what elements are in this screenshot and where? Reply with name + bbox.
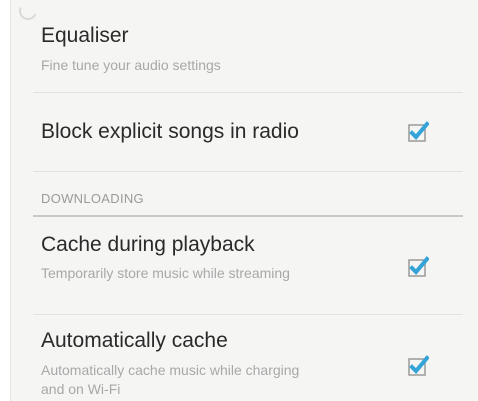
section-divider bbox=[33, 215, 463, 217]
auto-cache-setting[interactable]: Automatically cache Automatically cache … bbox=[11, 315, 478, 401]
auto-cache-title: Automatically cache bbox=[41, 329, 228, 352]
cache-playback-title: Cache during playback bbox=[41, 233, 255, 256]
auto-cache-subtitle: Automatically cache music while charging… bbox=[41, 362, 300, 397]
checkbox-checked-icon bbox=[408, 256, 429, 277]
divider bbox=[33, 171, 463, 172]
block-explicit-checkbox[interactable] bbox=[407, 121, 429, 143]
block-explicit-title: Block explicit songs in radio bbox=[41, 120, 299, 143]
equaliser-subtitle: Fine tune your audio settings bbox=[41, 57, 221, 73]
checkbox-checked-icon bbox=[408, 355, 429, 376]
auto-cache-checkbox[interactable] bbox=[407, 355, 429, 377]
equaliser-setting[interactable]: Equaliser Fine tune your audio settings bbox=[11, 0, 478, 92]
cache-playback-checkbox[interactable] bbox=[407, 256, 429, 278]
cache-playback-subtitle: Temporarily store music while streaming bbox=[41, 265, 290, 281]
equaliser-title: Equaliser bbox=[41, 24, 129, 47]
cache-playback-setting[interactable]: Cache during playback Temporarily store … bbox=[11, 218, 478, 314]
checkbox-checked-icon bbox=[408, 121, 429, 142]
section-header-downloading: DOWNLOADING bbox=[41, 191, 144, 206]
block-explicit-setting[interactable]: Block explicit songs in radio bbox=[11, 93, 478, 171]
settings-panel: Equaliser Fine tune your audio settings … bbox=[10, 0, 478, 401]
